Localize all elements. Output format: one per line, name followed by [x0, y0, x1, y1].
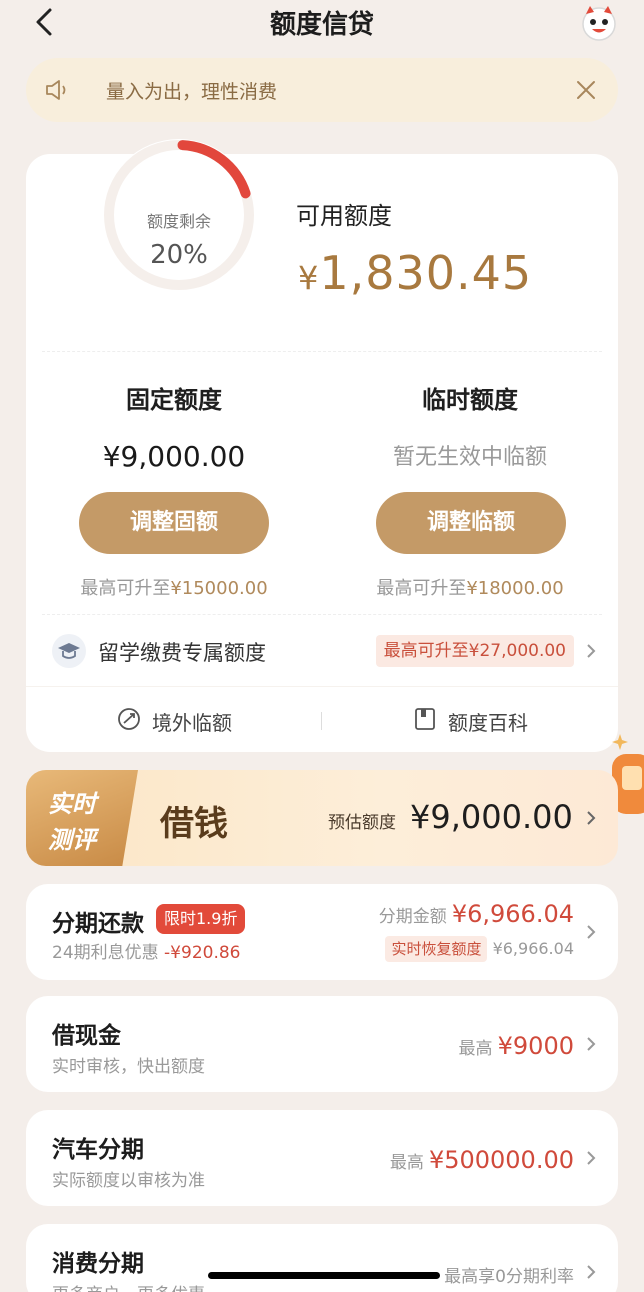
adjust-fixed-button[interactable]: 调整固额 — [79, 492, 269, 554]
estimate-amount: ¥9,000.00 — [410, 798, 573, 836]
available-amount: ¥1,830.45 — [298, 246, 532, 300]
overseas-temp-label: 境外临额 — [152, 711, 232, 735]
borrow-title: 借钱 — [160, 804, 228, 844]
estimate-label: 预估额度 — [328, 813, 396, 833]
ring-label: 额度剩余 — [146, 212, 211, 231]
page-title: 额度信贷 — [269, 10, 374, 40]
temp-max-prefix: 最高可升至 — [376, 578, 467, 599]
cash-loan-subtitle: 实时审核，快出额度 — [52, 1057, 205, 1077]
mascot-avatar-icon[interactable] — [578, 2, 620, 42]
borrow-banner[interactable]: 实时 测评 借钱 预估额度 ¥9,000.00 — [26, 770, 618, 866]
cash-loan-title: 借现金 — [52, 1023, 121, 1049]
quota-card: 额度剩余 20% 可用额度 ¥1,830.45 固定额度 ¥9,000.00 调… — [26, 139, 618, 752]
chevron-right-icon — [587, 925, 596, 939]
restore-value: ¥6,966.04 — [492, 939, 574, 958]
close-icon[interactable] — [572, 76, 600, 104]
study-quota-label: 留学缴费专属额度 — [98, 641, 266, 665]
top-bar: 额度信贷 — [0, 0, 644, 46]
cash-loan-max-value: ¥9000 — [497, 1032, 574, 1060]
car-installment-max-value: ¥500000.00 — [428, 1146, 574, 1174]
chevron-right-icon — [587, 644, 596, 658]
separator — [321, 712, 322, 730]
graduation-cap-icon — [52, 634, 86, 668]
available-value: 1,830.45 — [319, 246, 533, 300]
consumer-installment-right: 最高享0分期利率 — [444, 1267, 574, 1287]
airplane-icon — [118, 708, 140, 730]
installment-amount-row: 分期金额 ¥6,966.04 — [379, 900, 574, 928]
installment-amount-label: 分期金额 — [378, 907, 447, 927]
temp-quota-value: 暂无生效中临额 — [392, 445, 547, 470]
consumer-installment-card[interactable]: 消费分期 更多商户，更多优惠 最高享0分期利率 — [26, 1224, 618, 1292]
temp-max-value: ¥18000.00 — [466, 578, 564, 599]
adjust-temp-button[interactable]: 调整临额 — [376, 492, 566, 554]
fixed-quota-title: 固定额度 — [126, 386, 222, 414]
available-label: 可用额度 — [296, 202, 392, 230]
interest-discount-value: -¥920.86 — [164, 943, 241, 963]
car-installment-max: 最高 ¥500000.00 — [390, 1146, 574, 1174]
cash-loan-card[interactable]: 借现金 实时审核，快出额度 最高 ¥9000 — [26, 996, 618, 1092]
cash-loan-max: 最高 ¥9000 — [459, 1032, 574, 1060]
fixed-quota-value: ¥9,000.00 — [102, 440, 246, 473]
badge-line-2: 测评 — [48, 826, 96, 854]
car-installment-max-label: 最高 — [389, 1153, 424, 1173]
cash-loan-max-label: 最高 — [458, 1039, 493, 1059]
chevron-right-icon — [587, 1265, 596, 1279]
fixed-max-prefix: 最高可升至 — [80, 578, 171, 599]
notice-bar: 量入为出，理性消费 — [26, 58, 618, 122]
interest-discount-label: 24期利息优惠 — [52, 943, 159, 963]
consumer-installment-title: 消费分期 — [52, 1251, 144, 1277]
available-currency: ¥ — [298, 259, 320, 297]
book-icon — [415, 708, 435, 730]
installment-subtitle: 24期利息优惠 -¥920.86 — [52, 938, 240, 963]
restore-label: 实时恢复额度 — [385, 936, 488, 962]
quota-wiki-label: 额度百科 — [448, 711, 528, 735]
notice-text: 量入为出，理性消费 — [106, 81, 278, 103]
divider — [26, 686, 618, 687]
divider — [42, 614, 602, 615]
car-installment-card[interactable]: 汽车分期 实际额度以审核为准 最高 ¥500000.00 — [26, 1110, 618, 1206]
car-installment-title: 汽车分期 — [52, 1137, 144, 1163]
installment-card[interactable]: 分期还款 限时1.9折 24期利息优惠 -¥920.86 分期金额 ¥6,966… — [26, 884, 618, 980]
fixed-max-value: ¥15000.00 — [170, 578, 268, 599]
chevron-right-icon — [587, 1037, 596, 1051]
installment-title: 分期还款 — [52, 911, 144, 937]
home-indicator[interactable] — [208, 1272, 440, 1279]
chevron-right-icon — [587, 1151, 596, 1165]
ring-percent: 20% — [150, 240, 208, 270]
installment-amount-value: ¥6,966.04 — [451, 900, 574, 928]
fixed-max-text: 最高可升至¥15000.00 — [26, 574, 322, 600]
temp-quota-title: 临时额度 — [422, 386, 518, 414]
car-installment-subtitle: 实际额度以审核为准 — [52, 1171, 205, 1191]
speaker-icon — [46, 80, 66, 100]
study-quota-tag: 最高可升至¥27,000.00 — [375, 635, 574, 667]
discount-badge: 限时1.9折 — [156, 904, 246, 934]
restore-row: 实时恢复额度 ¥6,966.04 — [385, 936, 574, 962]
chevron-right-icon — [587, 811, 596, 825]
divider — [42, 351, 602, 352]
realtime-eval-badge: 实时 测评 — [26, 770, 138, 866]
temp-max-text: 最高可升至¥18000.00 — [322, 574, 618, 600]
badge-line-1: 实时 — [48, 790, 96, 818]
consumer-installment-subtitle: 更多商户，更多优惠 — [52, 1280, 205, 1292]
